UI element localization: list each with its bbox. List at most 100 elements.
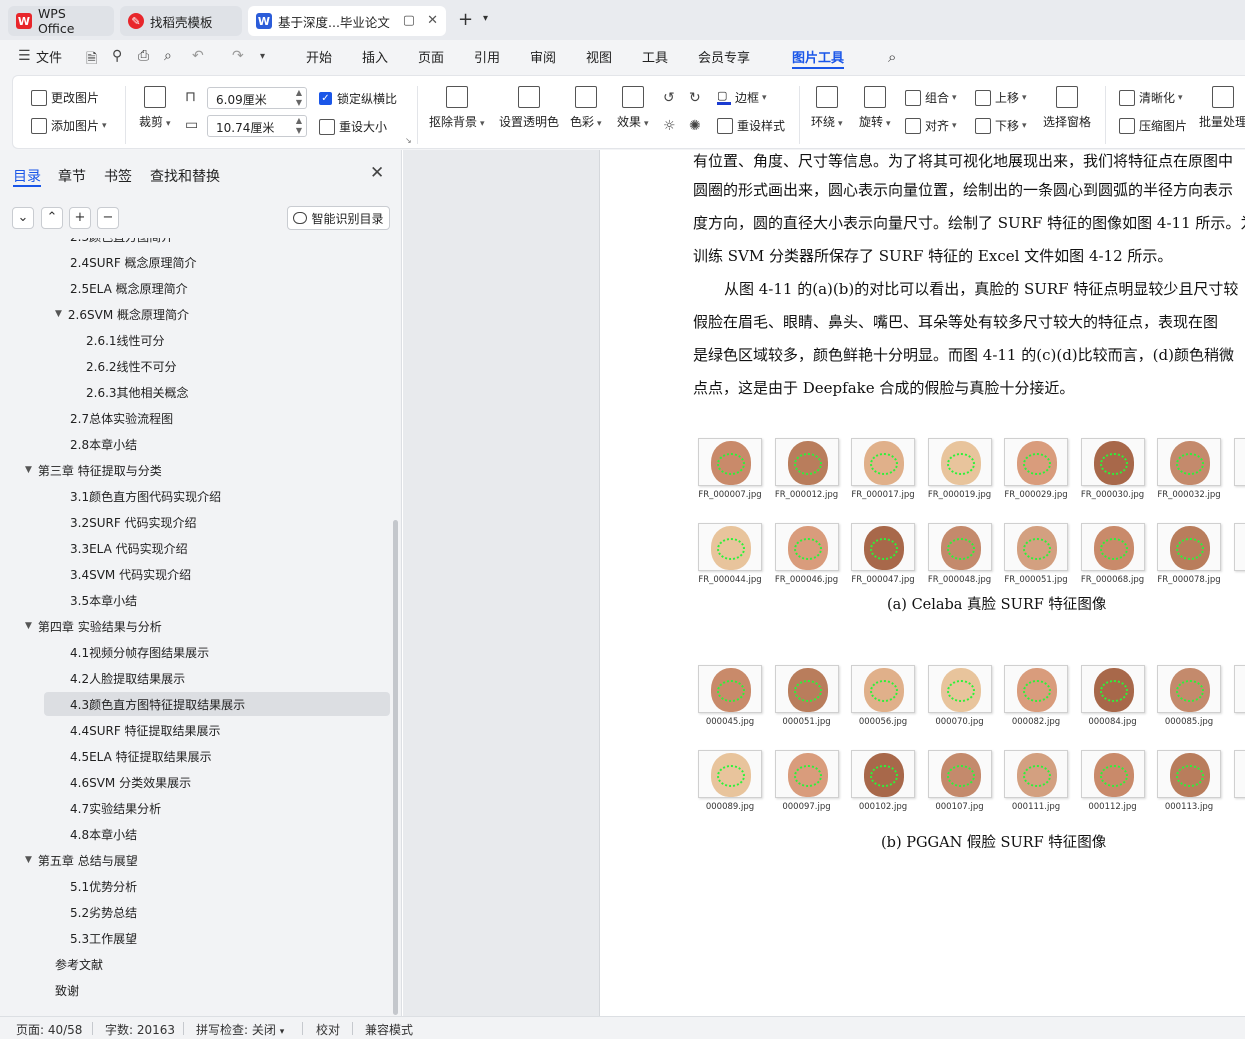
toc-item[interactable]: 4.6SVM 分类效果展示	[70, 770, 191, 794]
face-thumbnail[interactable]	[1080, 750, 1145, 798]
group-button[interactable]: 组合 ▾	[905, 89, 957, 106]
face-thumbnail[interactable]	[927, 523, 992, 571]
face-thumbnail[interactable]	[1157, 750, 1221, 798]
face-thumbnail[interactable]	[774, 438, 839, 486]
toc-item[interactable]: ▼ 2.6SVM 概念原理简介	[55, 302, 189, 326]
menu-file[interactable]: 文件	[36, 47, 62, 66]
toc-item[interactable]: 2.7总体实验流程图	[70, 406, 173, 430]
print-preview-icon[interactable]: ⌕	[164, 48, 172, 64]
new-tab-icon[interactable]: +	[458, 9, 473, 30]
close-tab-icon[interactable]: ✕	[427, 13, 438, 28]
spell-check-status[interactable]: 拼写检查: 关闭 ▾	[196, 1021, 284, 1038]
face-thumbnail[interactable]	[698, 750, 762, 798]
rotate-button[interactable]: 旋转 ▾	[859, 86, 891, 130]
toc-item[interactable]: 2.6.3其他相关概念	[86, 380, 189, 404]
lock-ratio-checkbox[interactable]: ✓ 锁定纵横比	[319, 90, 397, 107]
toc-item[interactable]: ▼ 第三章 特征提取与分类	[25, 458, 162, 482]
undo-icon[interactable]: ↶	[192, 48, 204, 64]
face-thumbnail[interactable]	[774, 750, 839, 798]
contrast-icon[interactable]: ✺	[689, 118, 701, 134]
toc-item[interactable]: 5.3工作展望	[70, 926, 137, 950]
toc-item[interactable]: 3.1颜色直方图代码实现介绍	[70, 484, 221, 508]
search-icon[interactable]: ⌕	[888, 48, 896, 66]
selection-pane-button[interactable]: 选择窗格	[1043, 86, 1091, 130]
face-thumbnail[interactable]	[774, 523, 839, 571]
face-thumbnail[interactable]	[1080, 665, 1145, 713]
expand-up-icon[interactable]: ⌃	[41, 207, 63, 229]
send-backward-button[interactable]: 下移 ▾	[975, 117, 1027, 134]
proofread-button[interactable]: 校对	[316, 1021, 340, 1038]
change-picture-button[interactable]: 更改图片	[31, 89, 99, 106]
chevron-down-icon[interactable]: ▾	[483, 13, 488, 24]
face-thumbnail[interactable]	[851, 750, 915, 798]
toc-item[interactable]: ▼ 第五章 总结与展望	[25, 848, 138, 872]
rotate-left-icon[interactable]: ↺	[663, 90, 675, 106]
redo-icon[interactable]: ↷	[232, 48, 244, 64]
hamburger-menu-icon[interactable]: ☰	[18, 48, 31, 64]
wrap-button[interactable]: 环绕 ▾	[811, 86, 843, 130]
menu-reference[interactable]: 引用	[474, 47, 500, 66]
spinner-icon[interactable]: ▲ ▼	[296, 88, 302, 108]
tab-document[interactable]: W 基于深度...毕业论文 ▢ ✕	[248, 6, 446, 36]
toc-item[interactable]: 参考文献	[55, 952, 103, 976]
print-icon[interactable]: ⎙	[138, 48, 149, 64]
share-icon[interactable]: ⚲	[112, 48, 122, 64]
toc-item[interactable]: 4.8本章小结	[70, 822, 137, 846]
face-thumbnail[interactable]	[1157, 438, 1221, 486]
batch-process-button[interactable]: 批量处理	[1199, 86, 1245, 130]
face-thumbnail[interactable]	[698, 665, 762, 713]
toc-item[interactable]: 3.5本章小结	[70, 588, 137, 612]
toc-item[interactable]: 4.5ELA 特征提取结果展示	[70, 744, 212, 768]
sharpen-button[interactable]: 清晰化 ▾	[1119, 89, 1183, 106]
toc-item[interactable]: 3.2SURF 代码实现介绍	[70, 510, 197, 534]
toc-item[interactable]: 5.1优势分析	[70, 874, 137, 898]
compress-button[interactable]: 压缩图片	[1119, 117, 1187, 134]
word-count[interactable]: 字数: 20163	[105, 1021, 175, 1038]
effect-button[interactable]: 效果 ▾	[617, 86, 649, 130]
nav-tab-bookmarks[interactable]: 书签	[104, 166, 132, 186]
reset-size-button[interactable]: 重设大小	[319, 118, 387, 135]
face-thumbnail[interactable]	[1233, 523, 1245, 571]
toc-item[interactable]: 2.6.1线性可分	[86, 328, 165, 352]
face-thumbnail[interactable]	[1004, 438, 1068, 486]
menu-page[interactable]: 页面	[418, 47, 444, 66]
brightness-icon[interactable]: ☼	[663, 118, 676, 134]
nav-tab-chapters[interactable]: 章节	[58, 166, 86, 186]
toc-item[interactable]: 3.4SVM 代码实现介绍	[70, 562, 191, 586]
tab-wps-office[interactable]: W WPS Office	[8, 6, 114, 36]
face-thumbnail[interactable]	[1157, 665, 1221, 713]
toc-item[interactable]: ▼ 第四章 实验结果与分析	[25, 614, 162, 638]
reset-style-button[interactable]: 重设样式	[717, 117, 785, 134]
rotate-right-icon[interactable]: ↻	[689, 90, 701, 106]
expand-triangle-icon[interactable]: ▼	[55, 309, 62, 319]
add-picture-button[interactable]: 添加图片 ▾	[31, 117, 107, 134]
nav-tab-toc[interactable]: 目录	[13, 166, 41, 186]
toc-item[interactable]: 4.1视频分帧存图结果展示	[70, 640, 209, 664]
face-thumbnail[interactable]	[1004, 523, 1068, 571]
collapse-down-icon[interactable]: ⌄	[12, 207, 34, 229]
align-button[interactable]: 对齐 ▾	[905, 117, 957, 134]
spinner-icon[interactable]: ▲ ▼	[296, 116, 302, 136]
face-thumbnail[interactable]	[1157, 523, 1221, 571]
menu-tools[interactable]: 工具	[642, 47, 668, 66]
toc-item[interactable]: 2.3颜色直方图简介	[70, 238, 173, 248]
toc-item[interactable]: 4.7实验结果分析	[70, 796, 161, 820]
toc-item[interactable]: 致谢	[55, 978, 79, 1002]
face-thumbnail[interactable]	[698, 438, 762, 486]
toc-item[interactable]: 4.3颜色直方图特征提取结果展示	[44, 692, 390, 716]
menu-start[interactable]: 开始	[306, 47, 332, 66]
crop-button[interactable]: 裁剪 ▾	[139, 86, 171, 130]
nav-scrollbar[interactable]	[393, 520, 398, 1015]
toc-item[interactable]: 3.3ELA 代码实现介绍	[70, 536, 188, 560]
chevron-down-icon[interactable]: ▾	[260, 51, 265, 62]
save-icon[interactable]: 🗎	[86, 48, 97, 72]
bring-forward-button[interactable]: 上移 ▾	[975, 89, 1027, 106]
toc-item[interactable]: 5.2劣势总结	[70, 900, 137, 924]
menu-review[interactable]: 审阅	[530, 47, 556, 66]
set-transparent-button[interactable]: 设置透明色	[499, 86, 559, 130]
expand-triangle-icon[interactable]: ▼	[25, 855, 32, 865]
face-thumbnail[interactable]	[927, 438, 992, 486]
smart-toc-button[interactable]: 智能识别目录	[287, 206, 390, 230]
toc-item[interactable]: 2.6.2线性不可分	[86, 354, 177, 378]
menu-picture-tools[interactable]: 图片工具	[792, 47, 844, 66]
